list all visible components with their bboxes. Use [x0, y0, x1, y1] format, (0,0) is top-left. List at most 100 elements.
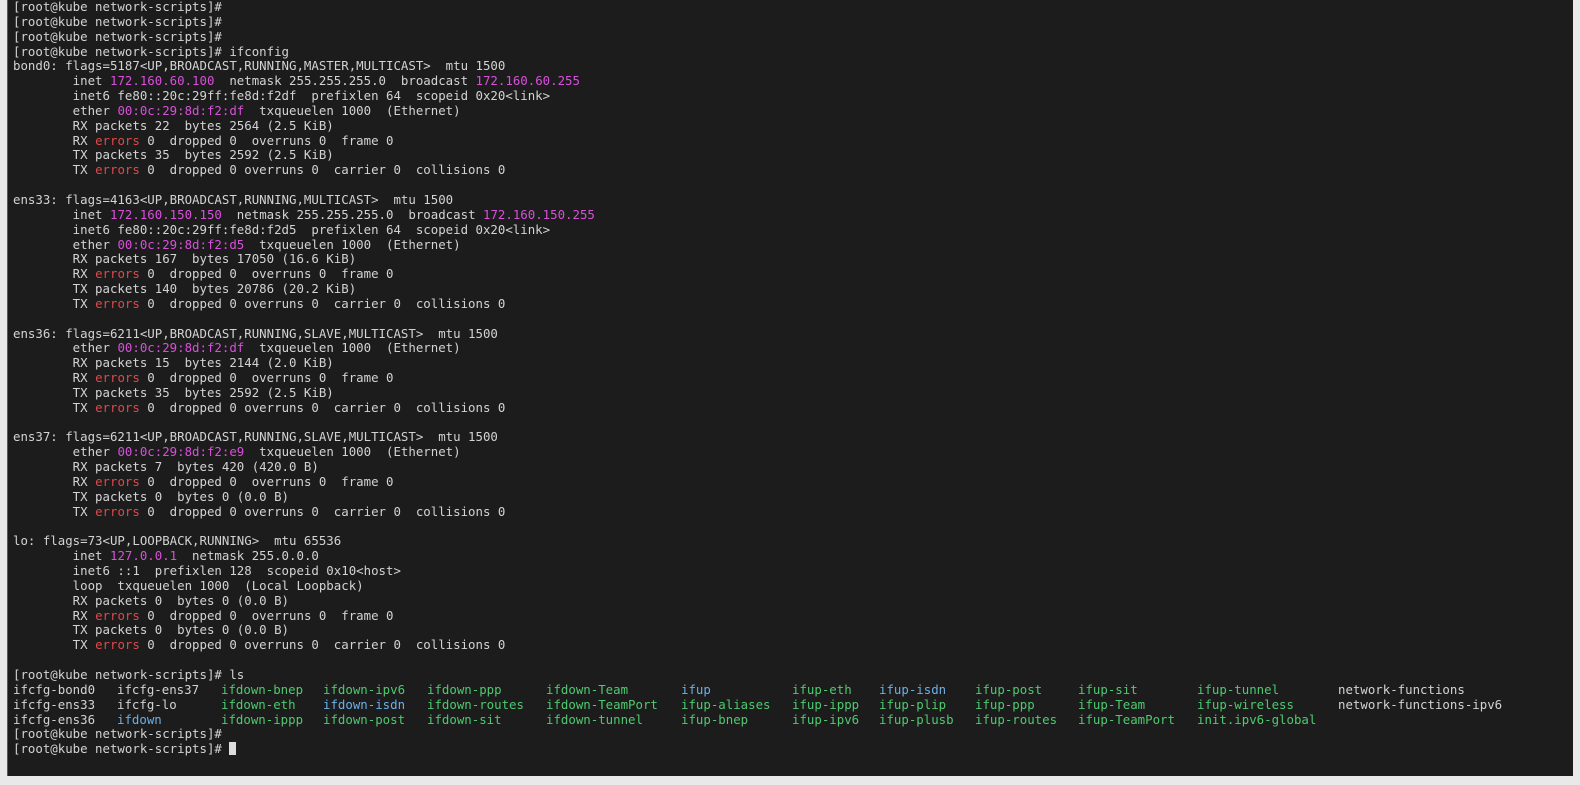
- terminal-text: bond0: flags=5187<UP,BROADCAST,RUNNING,M…: [13, 58, 506, 74]
- terminal-text: RX packets 167 bytes 17050 (16.6 KiB): [13, 251, 357, 267]
- terminal-text: ens37: flags=6211<UP,BROADCAST,RUNNING,S…: [13, 429, 498, 445]
- terminal-line: RX errors 0 dropped 0 overruns 0 frame 0: [13, 607, 595, 624]
- ls-file-entry: ifdown-isdn: [323, 696, 406, 712]
- ls-file-entry: ifdown-bnep: [221, 681, 304, 697]
- terminal-text: errors: [95, 503, 140, 519]
- terminal-text: inet: [13, 206, 110, 222]
- terminal-text: [root@kube network-scripts]#: [13, 28, 222, 44]
- terminal-text: ether: [13, 236, 118, 252]
- terminal-text: [root@kube network-scripts]#: [13, 0, 222, 14]
- terminal-line: lo: flags=73<UP,LOOPBACK,RUNNING> mtu 65…: [13, 533, 595, 549]
- ls-file-entry: ifup-Team: [1078, 696, 1146, 712]
- terminal-line: TX packets 0 bytes 0 (0.0 B): [13, 488, 595, 505]
- cursor-block: [229, 742, 237, 756]
- ls-file-entry: ifdown-sit: [427, 711, 502, 727]
- terminal-window[interactable]: [root@kube network-scripts]# [root@kube n…: [7, 0, 1573, 776]
- terminal-text: inet6 fe80::20c:29ff:fe8d:f2d5 prefixlen…: [13, 221, 551, 237]
- terminal-line: RX packets 167 bytes 17050 (16.6 KiB): [13, 251, 595, 267]
- terminal-text: 172.160.150.150: [109, 206, 222, 222]
- terminal-line: ether 00:0c:29:8d:f2:d5 txqueuelen 1000 …: [13, 236, 595, 253]
- terminal-line: TX errors 0 dropped 0 overruns 0 carrier…: [13, 637, 595, 653]
- terminal-line: RX packets 15 bytes 2144 (2.0 KiB): [13, 355, 595, 371]
- ls-file-entry: ifup-ppp: [975, 696, 1035, 712]
- terminal-line: bond0: flags=5187<UP,BROADCAST,RUNNING,M…: [13, 58, 595, 74]
- terminal-text: inet: [13, 73, 110, 89]
- ls-file-entry: ifup-ipv6: [792, 711, 860, 727]
- ls-file-entry: ifup-tunnel: [1197, 681, 1280, 697]
- terminal-text: loop txqueuelen 1000 (Local Loopback): [13, 577, 364, 593]
- ls-file-entry: ifup-plusb: [879, 711, 954, 727]
- terminal-text: TX packets 0 bytes 0 (0.0 B): [13, 488, 290, 504]
- terminal-line: ether 00:0c:29:8d:f2:df txqueuelen 1000 …: [13, 340, 595, 356]
- ls-file-entry: ifup-isdn: [879, 681, 947, 697]
- ls-file-entry: ifdown: [117, 711, 162, 727]
- ls-file-entry: ifup-ippp: [792, 696, 860, 712]
- terminal-text: TX: [13, 503, 96, 519]
- terminal-text: TX packets 35 bytes 2592 (2.5 KiB): [13, 147, 334, 163]
- terminal-text: errors: [95, 637, 140, 653]
- terminal-text: 0 dropped 0 overruns 0 frame 0: [139, 370, 394, 386]
- terminal-text: inet6 fe80::20c:29ff:fe8d:f2df prefixlen…: [13, 88, 551, 104]
- terminal-line: ether 00:0c:29:8d:f2:e9 txqueuelen 1000 …: [13, 444, 595, 460]
- ls-output-row: ifcfg-ens36 ifdown ifdown-ippp ifdown-post i…: [13, 711, 1316, 728]
- ls-file-entry: ifup-post: [975, 681, 1043, 697]
- ls-file-entry: ifcfg-ens37: [117, 681, 200, 697]
- ls-file-entry: network-functions: [1338, 681, 1465, 697]
- terminal-text: 0 dropped 0 overruns 0 carrier 0 collisi…: [139, 295, 506, 311]
- ls-file-entry: ifdown-ipv6: [323, 681, 406, 697]
- ls-file-entry: ifup-eth: [792, 681, 852, 697]
- terminal-text: TX: [13, 399, 96, 415]
- terminal-text: 0 dropped 0 overruns 0 carrier 0 collisi…: [139, 399, 506, 415]
- terminal-text: RX: [13, 132, 96, 148]
- terminal-line: [root@kube network-scripts]# ls: [13, 666, 595, 683]
- terminal-text: errors: [95, 474, 140, 489]
- terminal-text: errors: [95, 295, 140, 311]
- terminal-text: txqueuelen 1000 (Ethernet): [244, 340, 461, 356]
- terminal-line: inet 127.0.0.1 netmask 255.0.0.0: [13, 548, 595, 564]
- ls-file-entry: ifdown-routes: [427, 696, 524, 712]
- terminal-line: TX packets 35 bytes 2592 (2.5 KiB): [13, 148, 595, 163]
- terminal-text: ether: [13, 102, 118, 118]
- terminal-line: ether 00:0c:29:8d:f2:df txqueuelen 1000 …: [13, 102, 595, 119]
- ls-file-entry: ifcfg-ens36: [13, 711, 96, 727]
- terminal-text: netmask 255.0.0.0: [177, 548, 319, 564]
- terminal-line: TX errors 0 dropped 0 overruns 0 carrier…: [13, 162, 595, 178]
- terminal-line: TX packets 35 bytes 2592 (2.5 KiB): [13, 385, 595, 401]
- terminal-text: netmask 255.255.255.0 broadcast: [214, 73, 476, 89]
- terminal-text: 172.160.60.255: [475, 73, 580, 89]
- terminal-text: txqueuelen 1000 (Ethernet): [244, 444, 461, 460]
- terminal-text: errors: [95, 162, 140, 178]
- terminal-text: TX packets 0 bytes 0 (0.0 B): [13, 622, 290, 638]
- terminal-text: inet6 ::1 prefixlen 128 scopeid 0x10<hos…: [13, 563, 401, 579]
- terminal-line: [root@kube network-scripts]#: [13, 726, 595, 742]
- ls-file-entry: ifdown-Team: [546, 681, 629, 697]
- terminal-line: RX packets 0 bytes 0 (0.0 B): [13, 593, 595, 609]
- ls-file-entry: ifup-TeamPort: [1078, 711, 1175, 727]
- terminal-text: 0 dropped 0 overruns 0 carrier 0 collisi…: [139, 162, 506, 178]
- ls-output-row: ifcfg-ens33 ifcfg-lo ifdown-eth ifdown-isdn…: [13, 696, 1502, 713]
- ls-file-entry: ifup-routes: [975, 711, 1058, 727]
- ls-file-entry: ifcfg-bond0: [13, 681, 96, 697]
- terminal-text: RX: [13, 607, 96, 623]
- terminal-line: [root@kube network-scripts]#: [13, 741, 595, 757]
- terminal-line: RX packets 7 bytes 420 (420.0 B): [13, 459, 595, 475]
- terminal-text: errors: [95, 266, 140, 282]
- terminal-line: RX errors 0 dropped 0 overruns 0 frame 0: [13, 266, 595, 282]
- terminal-text: txqueuelen 1000 (Ethernet): [244, 236, 461, 252]
- terminal-text: errors: [95, 399, 140, 415]
- terminal-text: 0 dropped 0 overruns 0 frame 0: [139, 474, 394, 489]
- terminal-text: 0 dropped 0 overruns 0 frame 0: [139, 266, 394, 282]
- ls-file-entry: ifdown-post: [323, 711, 406, 727]
- terminal-text: 0 dropped 0 overruns 0 frame 0: [139, 607, 394, 623]
- terminal-text: [root@kube network-scripts]# ls: [13, 666, 245, 682]
- terminal-line: TX errors 0 dropped 0 overruns 0 carrier…: [13, 399, 595, 416]
- ls-file-entry: init.ipv6-global: [1197, 711, 1317, 727]
- terminal-text: RX: [13, 474, 96, 489]
- terminal-text: 172.160.150.255: [482, 206, 595, 222]
- terminal-text: RX packets 22 bytes 2564 (2.5 KiB): [13, 117, 334, 133]
- terminal-text: 0 dropped 0 overruns 0 carrier 0 collisi…: [139, 637, 506, 653]
- terminal-line: inet 172.160.150.150 netmask 255.255.255…: [13, 206, 595, 223]
